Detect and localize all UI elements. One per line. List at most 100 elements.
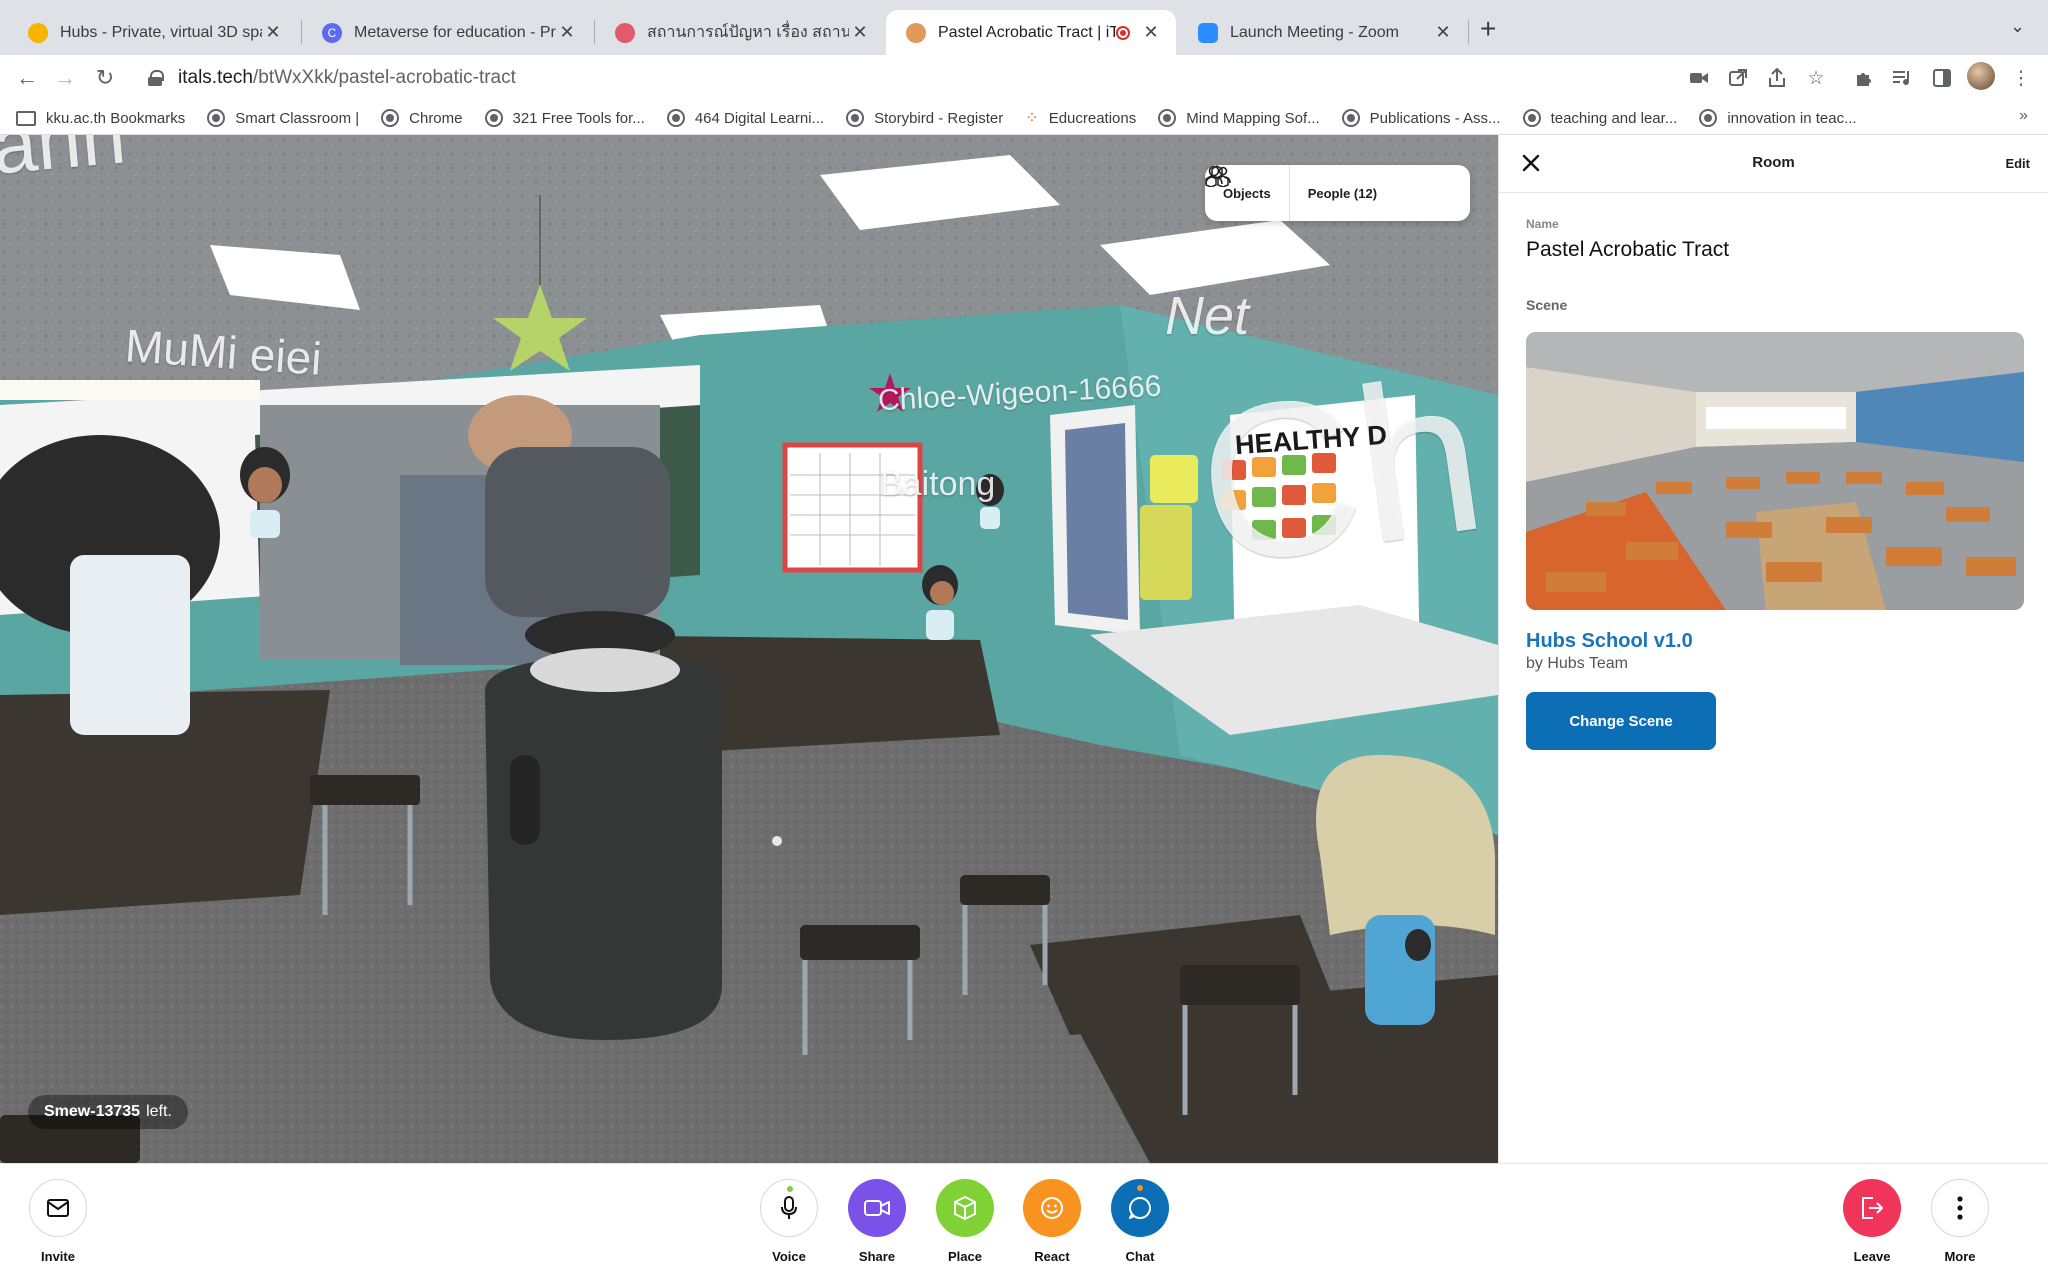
- forward-arrow-icon[interactable]: →: [48, 61, 82, 95]
- place-button[interactable]: Place: [922, 1179, 1008, 1264]
- chevron-down-icon[interactable]: ⌄: [2010, 16, 2025, 37]
- bookmarks-overflow-chevron[interactable]: »: [2019, 107, 2028, 125]
- scene-thumbnail: [1526, 332, 2024, 610]
- browser-tab-active[interactable]: Pastel Acrobatic Tract | iTA ✕: [886, 10, 1176, 55]
- bookmark-item[interactable]: 321 Free Tools for...: [484, 109, 645, 127]
- chat-button[interactable]: Chat: [1097, 1179, 1183, 1264]
- voice-label: Voice: [772, 1249, 806, 1264]
- camera-icon[interactable]: [1686, 65, 1712, 91]
- globe-icon: [1522, 109, 1541, 127]
- browser-tab[interactable]: Launch Meeting - Zoom ✕: [1178, 10, 1468, 55]
- bookmark-label: 321 Free Tools for...: [512, 109, 645, 127]
- bookmark-item[interactable]: teaching and lear...: [1522, 109, 1678, 127]
- share-circle[interactable]: [848, 1179, 906, 1237]
- react-label: React: [1034, 1249, 1070, 1264]
- invite-circle[interactable]: [29, 1179, 87, 1237]
- url-text[interactable]: itals.tech/btWxXkk/pastel-acrobatic-trac…: [178, 67, 516, 89]
- avatar-nametag: Net: [1165, 286, 1250, 346]
- room-panel-header: Room Edit: [1499, 135, 2048, 193]
- room-panel-title: Room: [1752, 154, 1795, 171]
- reload-icon[interactable]: ↻: [88, 61, 122, 95]
- objects-people-tabs: Objects People (12): [1205, 165, 1470, 221]
- bookmark-item[interactable]: Storybird - Register: [846, 109, 1003, 127]
- voice-circle[interactable]: [760, 1179, 818, 1237]
- bookmark-folder[interactable]: kku.ac.th Bookmarks: [16, 110, 185, 127]
- change-scene-button[interactable]: Change Scene: [1526, 692, 1716, 750]
- place-circle[interactable]: [936, 1179, 994, 1237]
- browser-tab[interactable]: C Metaverse for education - Pres ✕: [302, 10, 592, 55]
- tab-title: Metaverse for education - Pres: [354, 23, 556, 41]
- 3d-scene-viewport[interactable]: ahh MuMi eiei Net Chloe-Wigeon-16666 Bai…: [0, 135, 1498, 1163]
- scene-name-link[interactable]: Hubs School v1.0: [1526, 630, 1693, 653]
- tab-title: Launch Meeting - Zoom: [1230, 23, 1399, 41]
- bookmark-label: Publications - Ass...: [1369, 109, 1501, 127]
- more-button[interactable]: More: [1917, 1179, 2003, 1264]
- tab-close-icon[interactable]: ✕: [849, 22, 871, 43]
- more-circle[interactable]: [1931, 1179, 1989, 1237]
- people-button[interactable]: People (12): [1205, 165, 1395, 221]
- new-tab-plus-icon[interactable]: +: [1480, 14, 1496, 44]
- edit-button[interactable]: Edit: [2005, 156, 2030, 171]
- name-label: Name: [1526, 217, 1559, 231]
- leave-circle[interactable]: [1843, 1179, 1901, 1237]
- leave-button[interactable]: Leave: [1829, 1179, 1915, 1264]
- tab-close-icon[interactable]: ✕: [1432, 22, 1454, 43]
- extensions-puzzle-icon[interactable]: [1851, 65, 1877, 91]
- voice-button[interactable]: Voice: [746, 1179, 832, 1264]
- more-vertical-icon: [1957, 1196, 1963, 1220]
- bookmark-item[interactable]: Mind Mapping Sof...: [1158, 109, 1320, 127]
- side-panel-icon[interactable]: [1929, 65, 1955, 91]
- globe-icon: [846, 109, 865, 127]
- react-button[interactable]: React: [1009, 1179, 1095, 1264]
- bookmark-item[interactable]: 464 Digital Learni...: [666, 109, 825, 127]
- open-external-icon[interactable]: [1725, 65, 1751, 91]
- kebab-menu-icon[interactable]: ⋮: [2008, 65, 2034, 91]
- back-arrow-icon[interactable]: ←: [10, 61, 44, 95]
- lock-icon[interactable]: [148, 70, 164, 86]
- share-icon[interactable]: [1764, 65, 1790, 91]
- bookmark-item[interactable]: innovation in teac...: [1699, 109, 1857, 127]
- scene-label: Scene: [1526, 297, 1568, 313]
- share-button[interactable]: Share: [834, 1179, 920, 1264]
- address-bar[interactable]: itals.tech/btWxXkk/pastel-acrobatic-trac…: [134, 58, 1834, 98]
- bookmark-label: 464 Digital Learni...: [694, 109, 825, 127]
- bookmark-item[interactable]: Publications - Ass...: [1341, 109, 1501, 127]
- bookmark-star-icon[interactable]: ☆: [1803, 65, 1829, 91]
- mail-icon: [47, 1199, 69, 1217]
- tab-close-icon[interactable]: ✕: [262, 22, 284, 43]
- bookmark-label: teaching and lear...: [1550, 109, 1678, 127]
- invite-button[interactable]: Invite: [15, 1179, 101, 1264]
- bookmark-label: Smart Classroom |: [235, 109, 360, 127]
- avatar-nametag: Baitong: [880, 465, 996, 503]
- browser-tab[interactable]: Hubs - Private, virtual 3D spac ✕: [8, 10, 298, 55]
- tab-separator: [1468, 20, 1469, 44]
- educreations-icon: ⁘: [1025, 110, 1039, 127]
- scene-author: by Hubs Team: [1526, 655, 1628, 672]
- tab-close-icon[interactable]: ✕: [556, 22, 578, 43]
- browser-tab[interactable]: สถานการณ์ปัญหา เรื่อง สถานการณ์ ✕: [595, 10, 885, 55]
- exit-door-icon: [1862, 1197, 1883, 1219]
- tab-title: Pastel Acrobatic Tract | iTA: [938, 23, 1116, 41]
- tab-close-icon[interactable]: ✕: [1140, 22, 1162, 43]
- bookmark-label: Mind Mapping Sof...: [1186, 109, 1320, 127]
- profile-avatar[interactable]: [1967, 62, 1995, 90]
- react-circle[interactable]: [1023, 1179, 1081, 1237]
- browser-tab-strip: Hubs - Private, virtual 3D spac ✕ C Meta…: [0, 0, 2048, 55]
- avatar-nametag: Ch: [1184, 329, 1497, 613]
- room-name: Pastel Acrobatic Tract: [1526, 238, 1730, 261]
- tab-title: Hubs - Private, virtual 3D spac: [60, 23, 262, 41]
- canva-favicon-icon: C: [322, 22, 342, 43]
- place-label: Place: [948, 1249, 982, 1264]
- bookmark-item[interactable]: Smart Classroom |: [207, 109, 359, 127]
- invite-label: Invite: [41, 1249, 75, 1264]
- classroom-scene-graphic: [0, 135, 1498, 1163]
- room-panel: Room Edit Name Pastel Acrobatic Tract Sc…: [1498, 135, 2048, 1163]
- chat-circle[interactable]: [1111, 1179, 1169, 1237]
- bookmark-label: innovation in teac...: [1727, 109, 1857, 127]
- media-control-icon[interactable]: [1889, 65, 1915, 91]
- globe-icon: [666, 109, 685, 127]
- globe-icon: [484, 109, 503, 127]
- tab-title: สถานการณ์ปัญหา เรื่อง สถานการณ์: [647, 24, 849, 41]
- bookmark-item[interactable]: Chrome: [381, 109, 463, 127]
- bookmark-item[interactable]: ⁘ Educreations: [1025, 108, 1136, 128]
